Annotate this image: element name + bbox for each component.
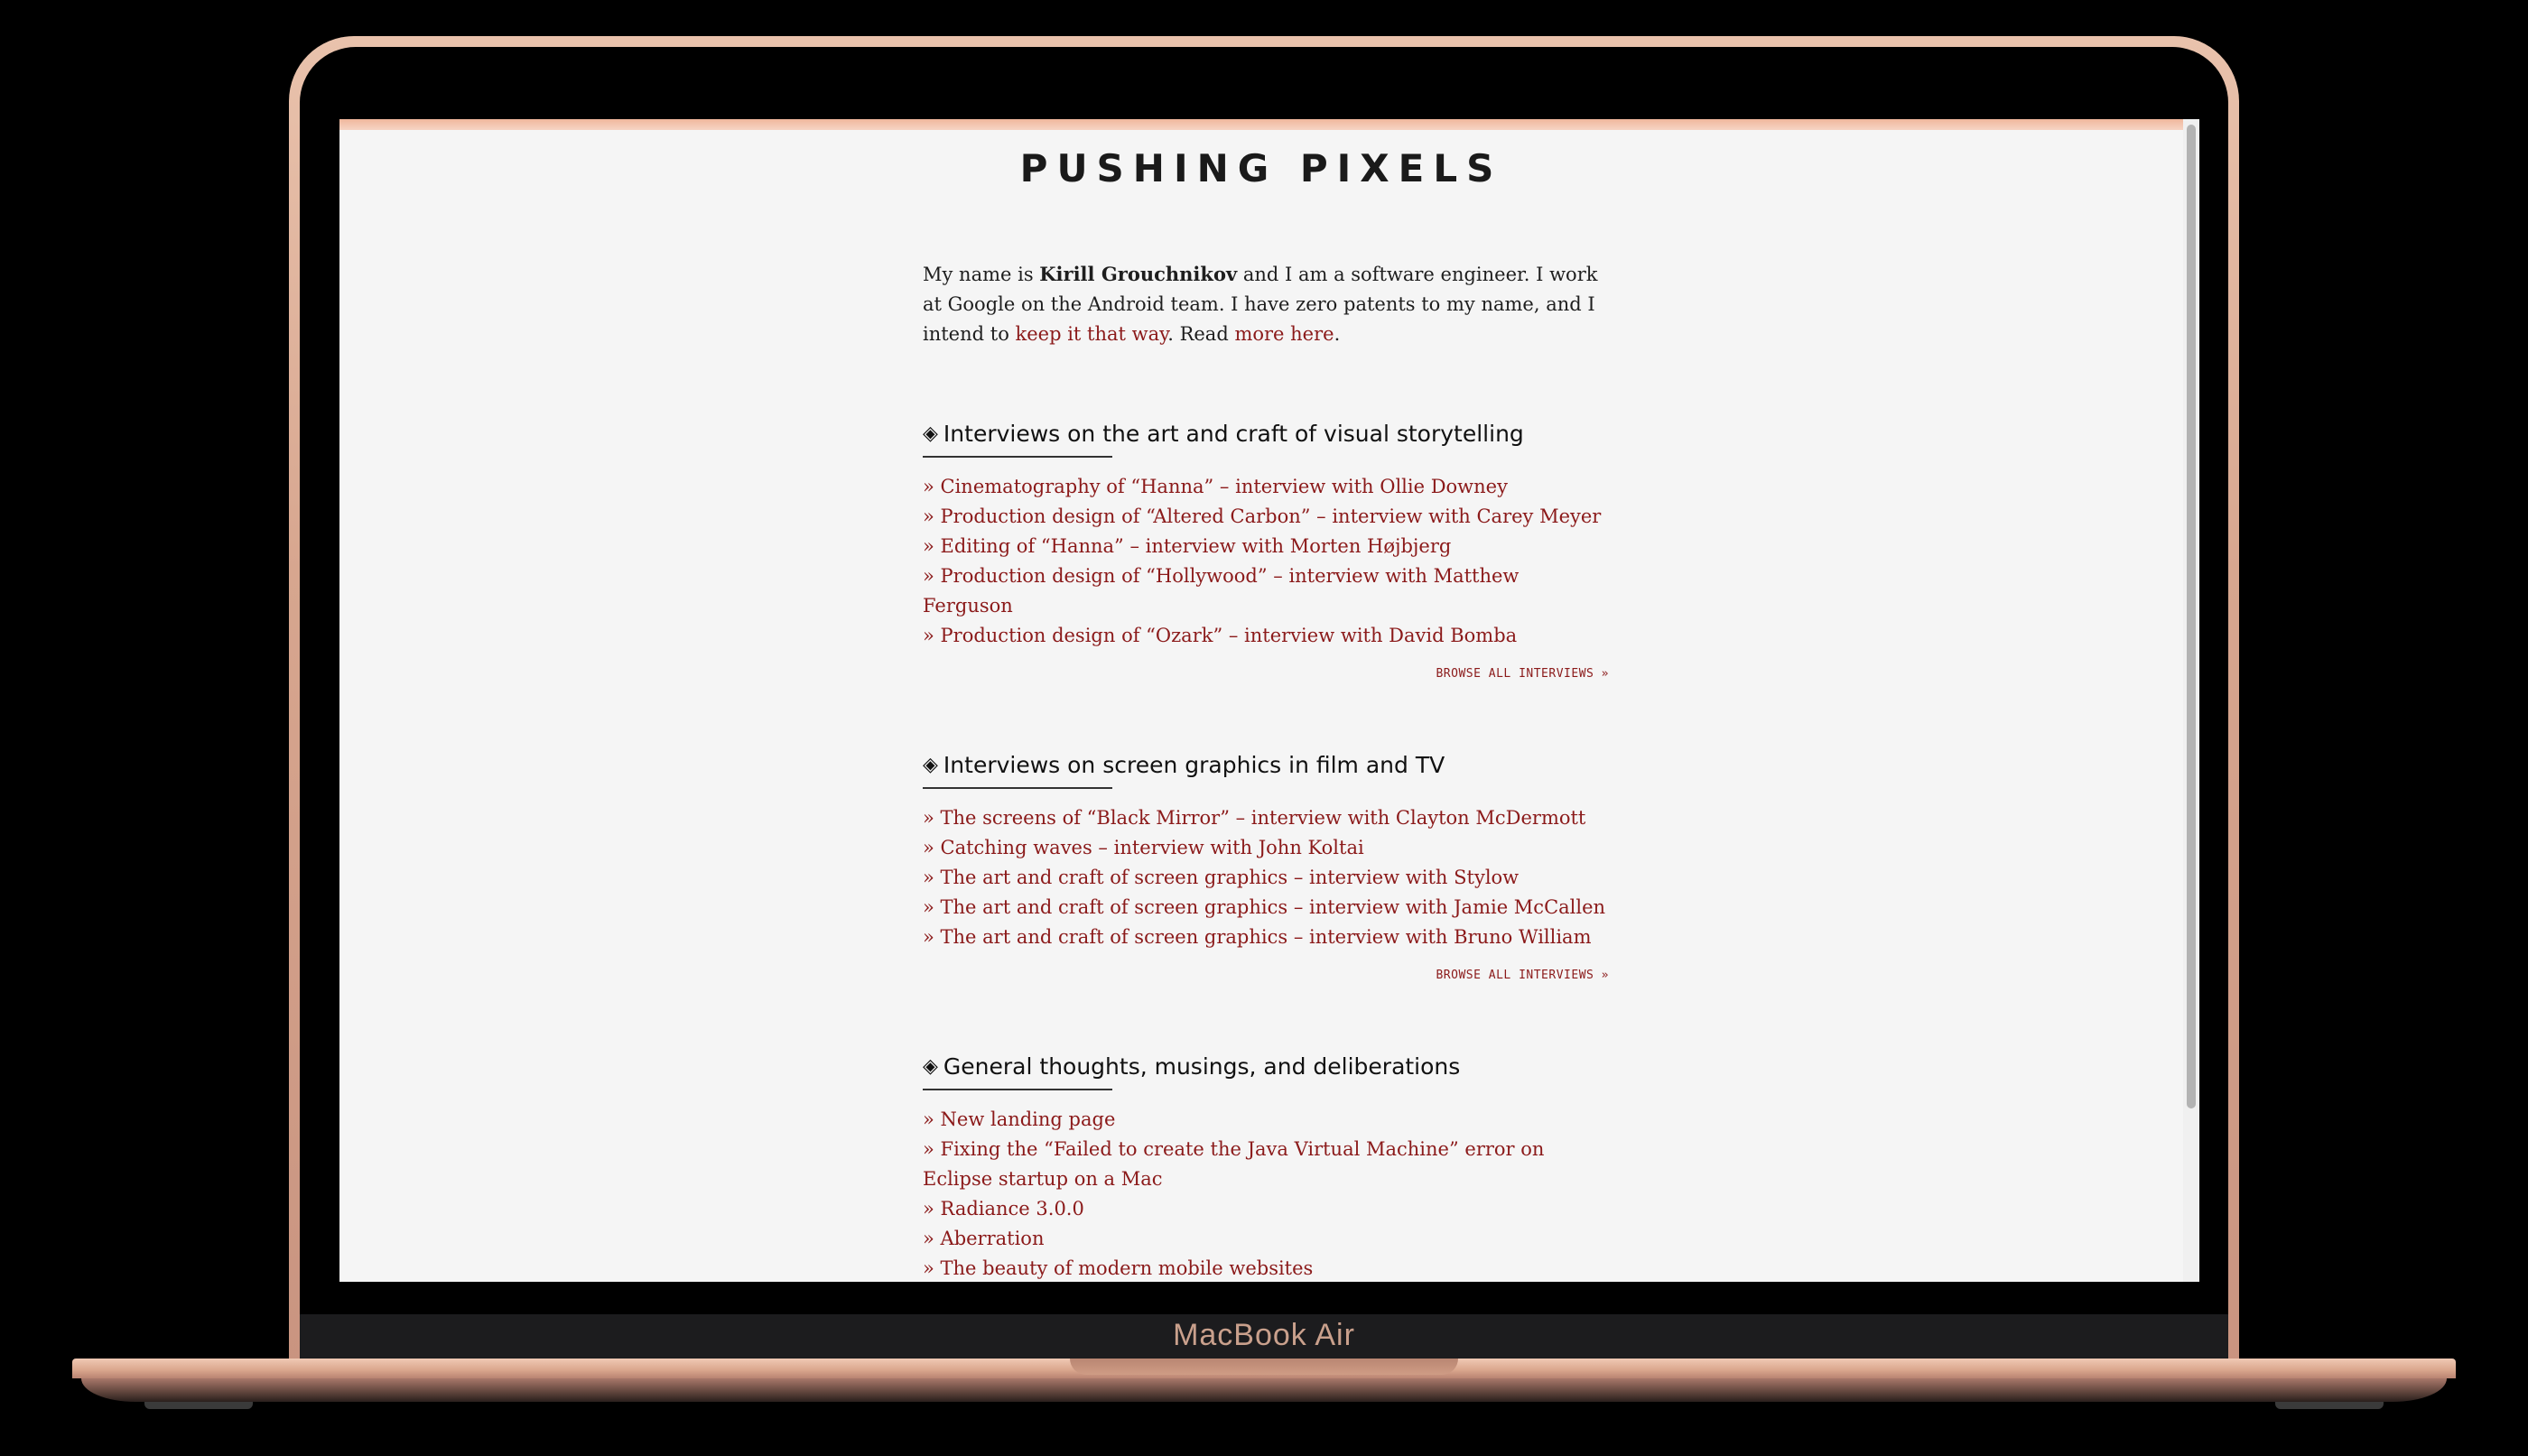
heading-underline	[923, 1089, 1112, 1090]
list-item[interactable]: » Aberration	[923, 1224, 1609, 1254]
list-item[interactable]: » The beauty of modern mobile websites	[923, 1254, 1609, 1282]
article-link[interactable]: » Catching waves – interview with John K…	[923, 837, 1364, 858]
diamond-icon: ◈	[923, 1054, 938, 1078]
list-item[interactable]: » Production design of “Ozark” – intervi…	[923, 621, 1609, 651]
laptop-notch	[1070, 1359, 1458, 1375]
article-link[interactable]: » The art and craft of screen graphics –…	[923, 926, 1592, 948]
list-item[interactable]: » Production design of “Altered Carbon” …	[923, 502, 1609, 532]
section-heading[interactable]: ◈ General thoughts, musings, and deliber…	[923, 1051, 1609, 1081]
browser-viewport: PUSHING PIXELS My name is Kirill Grouchn…	[339, 119, 2199, 1282]
article-link[interactable]: » Fixing the “Failed to create the Java …	[923, 1138, 1544, 1190]
article-link[interactable]: » Radiance 3.0.0	[923, 1198, 1084, 1220]
section-heading[interactable]: ◈ Interviews on the art and craft of vis…	[923, 418, 1609, 449]
article-list: » New landing page » Fixing the “Failed …	[923, 1105, 1609, 1282]
intro-paragraph: My name is Kirill Grouchnikov and I am a…	[923, 259, 1609, 349]
article-link[interactable]: » The screens of “Black Mirror” – interv…	[923, 807, 1585, 829]
browse-all-interviews-link[interactable]: BROWSE ALL INTERVIEWS »	[923, 667, 1609, 681]
article-link[interactable]: » Cinematography of “Hanna” – interview …	[923, 476, 1508, 497]
list-item[interactable]: » The screens of “Black Mirror” – interv…	[923, 803, 1609, 833]
section-general-thoughts: ◈ General thoughts, musings, and deliber…	[923, 1051, 1609, 1282]
section-heading-text: General thoughts, musings, and deliberat…	[943, 1053, 1461, 1080]
list-item[interactable]: » New landing page	[923, 1105, 1609, 1135]
section-visual-storytelling: ◈ Interviews on the art and craft of vis…	[923, 418, 1609, 681]
author-name: Kirill Grouchnikov	[1039, 263, 1238, 285]
section-heading-text: Interviews on screen graphics in film an…	[943, 751, 1445, 778]
heading-underline	[923, 787, 1112, 789]
main-content: My name is Kirill Grouchnikov and I am a…	[923, 259, 1609, 1282]
diamond-icon: ◈	[923, 753, 938, 776]
laptop-foot-right	[2275, 1402, 2384, 1409]
article-link[interactable]: » Editing of “Hanna” – interview with Mo…	[923, 535, 1451, 557]
article-list: » The screens of “Black Mirror” – interv…	[923, 803, 1609, 952]
laptop-foot-left	[144, 1402, 253, 1409]
laptop-base-shadow	[81, 1378, 2447, 1402]
list-item[interactable]: » The art and craft of screen graphics –…	[923, 893, 1609, 923]
article-link[interactable]: » The beauty of modern mobile websites	[923, 1257, 1313, 1279]
browse-all-interviews-link[interactable]: BROWSE ALL INTERVIEWS »	[923, 969, 1609, 982]
article-link[interactable]: » Production design of “Ozark” – intervi…	[923, 625, 1517, 646]
article-link[interactable]: » New landing page	[923, 1108, 1115, 1130]
list-item[interactable]: » Cinematography of “Hanna” – interview …	[923, 472, 1609, 502]
scrollbar-thumb[interactable]	[2187, 125, 2196, 1108]
list-item[interactable]: » Fixing the “Failed to create the Java …	[923, 1135, 1609, 1194]
intro-middle2: . Read	[1167, 323, 1235, 345]
list-item[interactable]: » Catching waves – interview with John K…	[923, 833, 1609, 863]
heading-underline	[923, 456, 1112, 458]
article-link[interactable]: » Production design of “Altered Carbon” …	[923, 505, 1601, 527]
page-top-accent	[339, 119, 2199, 130]
scrollbar[interactable]	[2183, 119, 2199, 1282]
site-title[interactable]: PUSHING PIXELS	[339, 146, 2183, 190]
device-label: MacBook Air	[1173, 1318, 1355, 1352]
list-item[interactable]: » Radiance 3.0.0	[923, 1194, 1609, 1224]
keep-it-that-way-link[interactable]: keep it that way	[1016, 323, 1168, 345]
list-item[interactable]: » The art and craft of screen graphics –…	[923, 923, 1609, 952]
list-item[interactable]: » Editing of “Hanna” – interview with Mo…	[923, 532, 1609, 561]
diamond-icon: ◈	[923, 422, 938, 445]
list-item[interactable]: » Production design of “Hollywood” – int…	[923, 561, 1609, 621]
article-link[interactable]: » The art and craft of screen graphics –…	[923, 896, 1605, 918]
more-here-link[interactable]: more here	[1234, 323, 1334, 345]
article-link[interactable]: » Aberration	[923, 1228, 1044, 1249]
list-item[interactable]: » The art and craft of screen graphics –…	[923, 863, 1609, 893]
intro-suffix: .	[1334, 323, 1341, 345]
article-list: » Cinematography of “Hanna” – interview …	[923, 472, 1609, 651]
article-link[interactable]: » Production design of “Hollywood” – int…	[923, 565, 1519, 617]
intro-prefix: My name is	[923, 264, 1040, 285]
article-link[interactable]: » The art and craft of screen graphics –…	[923, 867, 1519, 888]
section-heading-text: Interviews on the art and craft of visua…	[943, 420, 1524, 447]
section-screen-graphics: ◈ Interviews on screen graphics in film …	[923, 749, 1609, 982]
section-heading[interactable]: ◈ Interviews on screen graphics in film …	[923, 749, 1609, 780]
